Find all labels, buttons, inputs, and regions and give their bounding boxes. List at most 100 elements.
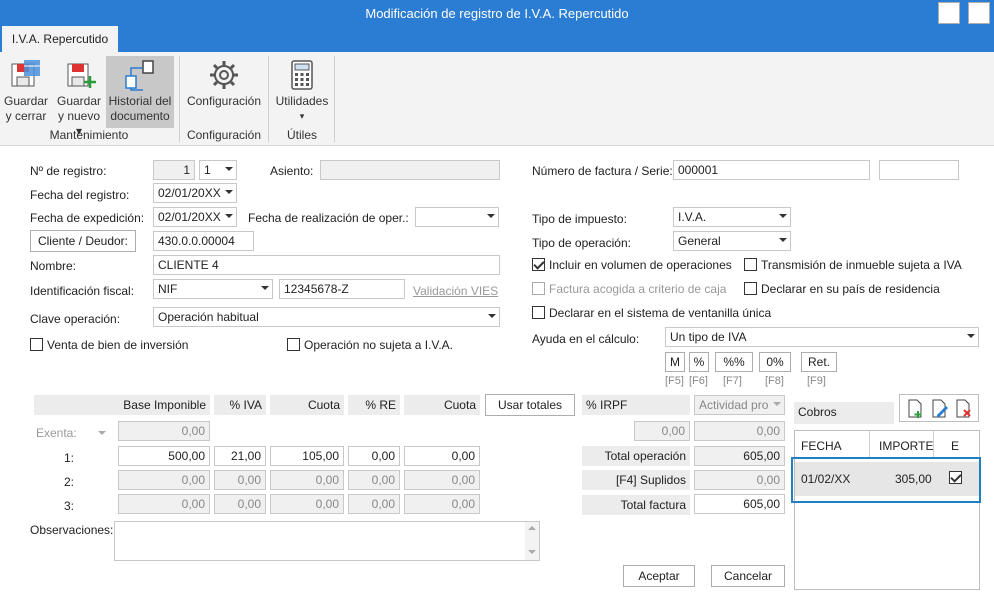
header-base-imponible: Base Imponible <box>34 395 210 415</box>
operacion-no-sujeta-checkbox[interactable]: Operación no sujeta a I.V.A. <box>287 338 453 352</box>
observaciones-textarea[interactable] <box>114 521 540 561</box>
window-title: Modificación de registro de I.V.A. Reper… <box>365 6 629 21</box>
chevron-down-icon <box>487 214 495 218</box>
transmision-inmueble-label: Transmisión de inmueble sujeta a IVA <box>761 258 962 272</box>
n-registro-label: Nº de registro: <box>30 164 107 178</box>
edit-document-icon[interactable] <box>931 399 949 419</box>
declarar-pais-checkbox[interactable]: Declarar en su país de residencia <box>744 282 940 296</box>
header-re-pct: % RE <box>348 395 400 415</box>
tipo-impuesto-select[interactable]: I.V.A. <box>673 207 791 227</box>
row1-re-field[interactable]: 0,00 <box>348 446 400 466</box>
fecha-realizacion-picker[interactable] <box>415 207 499 227</box>
cliente-cuenta-field[interactable]: 430.0.0.00004 <box>153 231 254 251</box>
irpf-importe-field: 0,00 <box>694 421 785 441</box>
factura-caja-label: Factura acogida a criterio de caja <box>549 282 727 296</box>
venta-bien-inversion-checkbox[interactable]: Venta de bien de inversión <box>30 338 188 352</box>
guardar-nuevo-button[interactable]: Guardar y nuevo ▾ <box>54 56 104 139</box>
fecha-registro-picker[interactable]: 02/01/20XX <box>153 183 237 203</box>
row1-cuota-field[interactable]: 105,00 <box>270 446 344 466</box>
numero-factura-field[interactable]: 000001 <box>673 160 870 180</box>
declarar-ventanilla-checkbox[interactable]: Declarar en el sistema de ventanilla úni… <box>532 306 771 320</box>
save-close-icon <box>11 60 40 87</box>
tab-iva-repercutido[interactable]: I.V.A. Repercutido <box>2 26 118 53</box>
fecha-realizacion-label: Fecha de realización de oper.: <box>248 211 409 225</box>
transmision-inmueble-checkbox[interactable]: Transmisión de inmueble sujeta a IVA <box>744 258 962 272</box>
delete-document-icon[interactable] <box>955 399 973 419</box>
chevron-down-icon: ▾ <box>299 111 305 121</box>
calc-double-percent-key: [F7] <box>723 375 742 387</box>
chevron-up-icon[interactable] <box>528 526 536 530</box>
row3-base-field: 0,00 <box>118 494 210 514</box>
cliente-deudor-button[interactable]: Cliente / Deudor: <box>30 230 136 252</box>
utilidades-button[interactable]: Utilidades ▾ <box>272 56 332 124</box>
guardar-cerrar-button[interactable]: Guardar y cerrar <box>2 56 50 124</box>
header-irpf: % IRPF <box>582 395 690 415</box>
cancelar-button[interactable]: Cancelar <box>711 565 785 587</box>
calc-ret-key: [F9] <box>807 375 826 387</box>
total-factura-label: Total factura <box>582 495 690 515</box>
fecha-expedicion-label: Fecha de expedición: <box>30 211 145 225</box>
historial-button[interactable]: Historial del documento <box>106 56 174 128</box>
row2-iva-field: 0,00 <box>214 470 266 490</box>
numero-factura-label: Número de factura / Serie: <box>532 164 673 178</box>
row1-cuota-re-field[interactable]: 0,00 <box>404 446 480 466</box>
checkbox-box <box>744 282 757 295</box>
clave-operacion-select[interactable]: Operación habitual <box>153 307 500 327</box>
asiento-field <box>320 160 500 180</box>
tipo-operacion-select[interactable]: General <box>673 231 791 251</box>
n-registro-combo-value: 1 <box>204 163 211 177</box>
serie-field[interactable] <box>879 160 959 180</box>
fecha-registro-value: 02/01/20XX <box>158 186 221 200</box>
close-button[interactable]: ✕ <box>968 2 990 24</box>
factura-caja-checkbox: Factura acogida a criterio de caja <box>532 282 726 296</box>
calc-ret-button[interactable]: Ret. <box>801 352 837 372</box>
history-tree-icon <box>125 60 154 91</box>
nombre-field[interactable]: CLIENTE 4 <box>153 255 500 275</box>
ident-tipo-select[interactable]: NIF <box>153 279 273 299</box>
group-configuracion: Configuración <box>186 128 262 142</box>
new-document-icon[interactable] <box>907 399 925 419</box>
calc-percent-button[interactable]: % <box>689 352 709 372</box>
ident-valor-field[interactable]: 12345678-Z <box>279 279 405 299</box>
total-operacion-field: 605,00 <box>694 446 785 466</box>
tipo-operacion-value: General <box>678 234 721 248</box>
cobros-header-e: E <box>951 439 960 453</box>
fecha-expedicion-picker[interactable]: 02/01/20XX <box>153 207 237 227</box>
cobros-header-row: FECHA IMPORTE E <box>795 431 979 459</box>
configuracion-label: Configuración <box>186 94 262 108</box>
configuracion-button[interactable]: Configuración <box>184 56 264 109</box>
scrollbar[interactable] <box>525 522 539 560</box>
calc-zero-percent-button[interactable]: 0% <box>759 352 791 372</box>
gear-icon <box>210 61 238 89</box>
cobros-toolbar <box>899 394 979 422</box>
incluir-volumen-label: Incluir en volumen de operaciones <box>549 258 732 272</box>
validacion-vies-link[interactable]: Validación VIES <box>413 284 498 298</box>
chevron-down-icon <box>779 214 787 218</box>
minimize-button[interactable]: ▬ <box>938 2 960 24</box>
usar-totales-button[interactable]: Usar totales <box>485 394 575 416</box>
tipo-impuesto-label: Tipo de impuesto: <box>532 212 627 226</box>
n-registro-field[interactable]: 1 <box>153 160 195 180</box>
row-label: 1: <box>64 451 75 465</box>
aceptar-button[interactable]: Aceptar <box>623 565 695 587</box>
checkbox-box <box>532 258 545 271</box>
header-cuota: Cuota <box>270 395 344 415</box>
calc-m-button[interactable]: M <box>665 352 685 372</box>
row1-base-field[interactable]: 500,00 <box>118 446 210 466</box>
group-utiles: Útiles <box>286 128 317 142</box>
chevron-down-icon[interactable] <box>528 550 536 554</box>
checkbox-box <box>532 306 545 319</box>
clave-operacion-label: Clave operación: <box>30 312 121 326</box>
ribbon: Guardar y cerrar Guardar y nuevo ▾ Histo… <box>0 52 994 146</box>
ayuda-calculo-select[interactable]: Un tipo de IVA <box>665 327 979 347</box>
row-label: 3: <box>64 499 75 513</box>
chevron-down-icon <box>225 214 233 218</box>
n-registro-combo[interactable]: 1 <box>199 160 237 180</box>
total-factura-field[interactable]: 605,00 <box>694 494 785 514</box>
historial-line1: Historial del <box>108 94 172 108</box>
chevron-down-icon <box>98 431 106 435</box>
calc-double-percent-button[interactable]: %% <box>715 352 753 372</box>
row1-iva-field[interactable]: 21,00 <box>214 446 266 466</box>
incluir-volumen-checkbox[interactable]: Incluir en volumen de operaciones <box>532 258 732 272</box>
cobros-header-fecha: FECHA <box>801 439 842 453</box>
